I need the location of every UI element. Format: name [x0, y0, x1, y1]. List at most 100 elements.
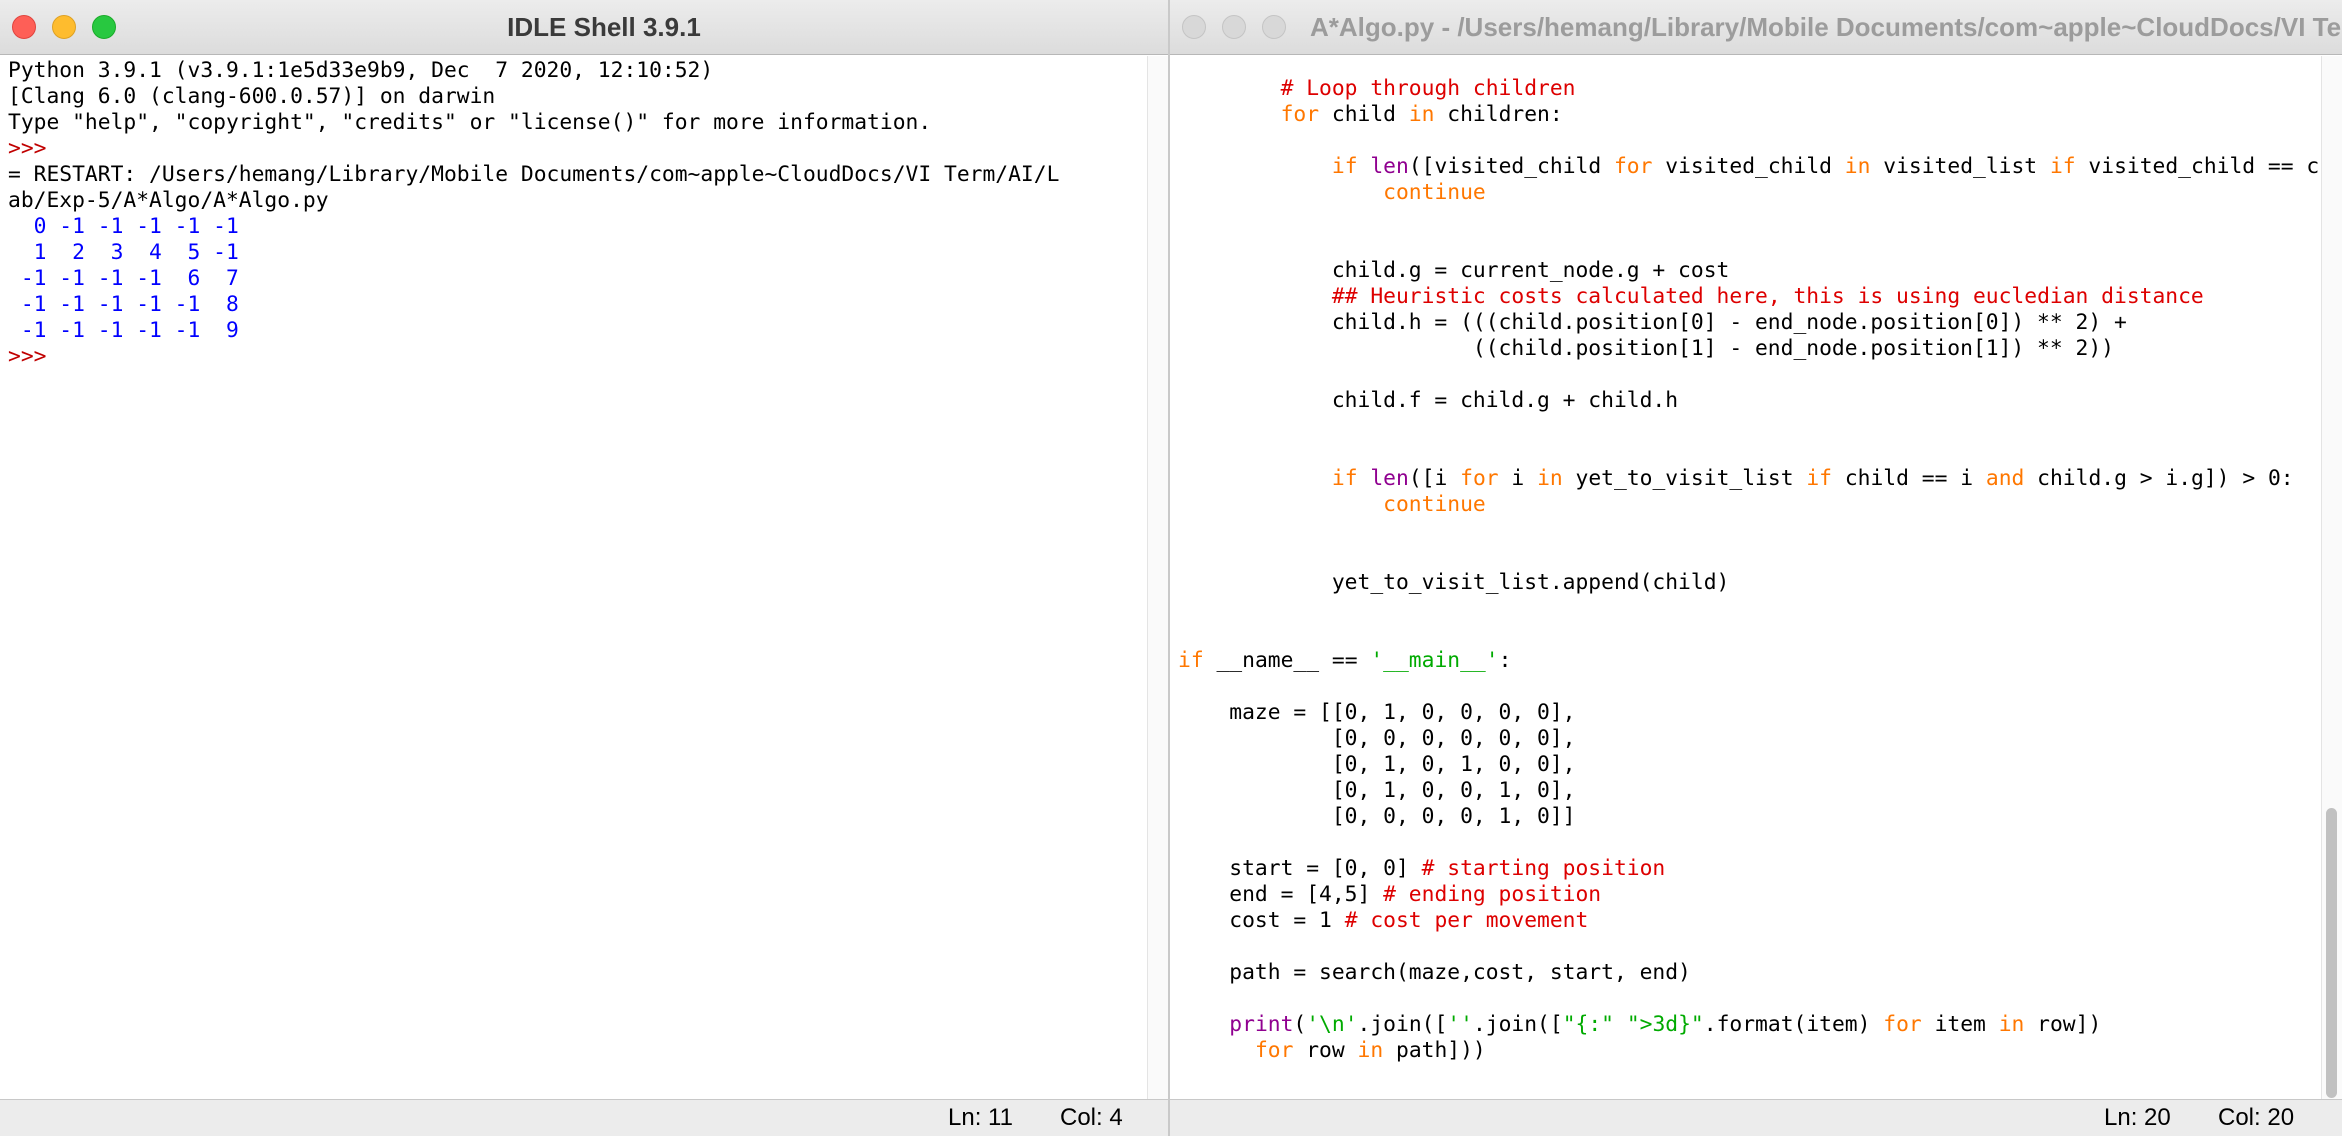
shell-line-indicator: Ln: 11 — [948, 1104, 1013, 1131]
shell-token: = RESTART: /Users/hemang/Library/Mobile … — [8, 162, 1060, 187]
shell-titlebar[interactable]: IDLE Shell 3.9.1 — [0, 0, 1168, 55]
editor-token: yet_to_visit_list.append(child) — [1178, 570, 1730, 595]
editor-token: path = search(maze,cost, start, end) — [1178, 960, 1691, 985]
editor-titlebar[interactable]: A*Algo.py - /Users/hemang/Library/Mobile… — [1170, 0, 2342, 55]
zoom-icon[interactable] — [1262, 15, 1286, 39]
editor-token: visited_child — [1652, 154, 1845, 179]
editor-token: continue — [1383, 492, 1486, 517]
editor-token: : — [1498, 648, 1512, 673]
zoom-icon[interactable] — [92, 15, 116, 39]
shell-token: -1 -1 -1 -1 -1 8 — [8, 292, 239, 317]
editor-line: end = [4,5] # ending position — [1178, 882, 1601, 908]
shell-token: Type "help", "copyright", "credits" or "… — [8, 110, 932, 135]
editor-token: .join([ — [1357, 1012, 1448, 1037]
editor-line: [0, 0, 0, 0, 0, 0], — [1178, 726, 1576, 752]
editor-token: in — [1537, 466, 1563, 491]
shell-line: Type "help", "copyright", "credits" or "… — [8, 110, 931, 136]
editor-token: [0, 1, 0, 1, 0, 0], — [1178, 752, 1576, 777]
editor-token: # cost per movement — [1344, 908, 1589, 933]
editor-token: if — [2049, 154, 2076, 179]
editor-token: continue — [1383, 180, 1486, 205]
editor-token: child.g > i.g]) > 0: — [2024, 466, 2294, 491]
editor-token: ((child.position[1] - end_node.position[… — [1178, 336, 2114, 361]
editor-line: child.f = child.g + child.h — [1178, 388, 1678, 414]
editor-token: in — [1408, 102, 1435, 127]
editor-token: len — [1370, 466, 1409, 491]
editor-token: yet_to_visit_list — [1562, 466, 1807, 491]
shell-line: -1 -1 -1 -1 -1 8 — [8, 292, 239, 318]
editor-line-indicator: Ln: 20 — [2104, 1104, 2171, 1131]
shell-line: >>> — [8, 136, 59, 162]
editor-token: # starting position — [1421, 856, 1666, 881]
shell-status-bar: Ln: 11 Col: 4 — [0, 1099, 1168, 1136]
shell-scrollbar[interactable] — [1147, 56, 1168, 1100]
editor-token: for — [1280, 102, 1320, 127]
shell-line: [Clang 6.0 (clang-600.0.57)] on darwin — [8, 84, 495, 110]
editor-token: child — [1319, 102, 1409, 127]
editor-token: for — [1254, 1038, 1294, 1063]
editor-token: row]) — [2024, 1012, 2102, 1037]
editor-token: [0, 1, 0, 0, 1, 0], — [1178, 778, 1576, 803]
editor-token — [1178, 1012, 1229, 1037]
editor-line: start = [0, 0] # starting position — [1178, 856, 1665, 882]
editor-line: [0, 1, 0, 1, 0, 0], — [1178, 752, 1576, 778]
minimize-icon[interactable] — [1222, 15, 1246, 39]
editor-token: '\n' — [1306, 1012, 1358, 1037]
editor-line: continue — [1178, 180, 1486, 206]
editor-scrollbar[interactable] — [2321, 56, 2342, 1100]
editor-token: ( — [1293, 1012, 1307, 1037]
shell-line: -1 -1 -1 -1 6 7 — [8, 266, 239, 292]
shell-token: Python 3.9.1 (v3.9.1:1e5d33e9b9, Dec 7 2… — [8, 58, 714, 83]
shell-text-area[interactable]: Python 3.9.1 (v3.9.1:1e5d33e9b9, Dec 7 2… — [0, 56, 1168, 1090]
shell-token: ab/Exp-5/A*Algo/A*Algo.py — [8, 188, 329, 213]
idle-shell-window: IDLE Shell 3.9.1 Python 3.9.1 (v3.9.1:1e… — [0, 0, 1170, 1136]
editor-token — [1178, 102, 1281, 127]
editor-line: cost = 1 # cost per movement — [1178, 908, 1588, 934]
shell-line: >>> — [8, 344, 59, 370]
editor-token — [1178, 284, 1332, 309]
editor-token: maze = [[0, 1, 0, 0, 0, 0], — [1178, 700, 1576, 725]
editor-token: visited_child == child]) > 0: — [2088, 154, 2322, 179]
editor-token — [1178, 1038, 1255, 1063]
editor-line: if __name__ == '__main__': — [1178, 648, 1511, 674]
editor-token: child.h = (((child.position[0] - end_nod… — [1178, 310, 2127, 335]
editor-token: and — [1985, 466, 2025, 491]
close-icon[interactable] — [12, 15, 36, 39]
editor-token — [1178, 466, 1332, 491]
editor-line: child.g = current_node.g + cost — [1178, 258, 1729, 284]
code-editor-area[interactable]: # Loop through children for child in chi… — [1170, 56, 2322, 1090]
editor-token: ## Heuristic costs calculated here, this… — [1331, 284, 2204, 309]
editor-token: row — [1293, 1038, 1358, 1063]
editor-token — [1178, 154, 1332, 179]
shell-line: -1 -1 -1 -1 -1 9 — [8, 318, 239, 344]
editor-token: path])) — [1383, 1038, 1486, 1063]
shell-token: 1 2 3 4 5 -1 — [8, 240, 239, 265]
editor-line: path = search(maze,cost, start, end) — [1178, 960, 1691, 986]
editor-line: child.h = (((child.position[0] - end_nod… — [1178, 310, 2127, 336]
editor-token — [1178, 180, 1383, 205]
shell-column-indicator: Col: 4 — [1060, 1104, 1123, 1131]
shell-line: Python 3.9.1 (v3.9.1:1e5d33e9b9, Dec 7 2… — [8, 58, 713, 84]
editor-line: # Loop through children — [1178, 76, 1576, 102]
editor-token: item — [1921, 1012, 1999, 1037]
editor-token: if — [1178, 648, 1204, 673]
close-icon[interactable] — [1182, 15, 1206, 39]
editor-token: if — [1806, 466, 1832, 491]
editor-token: if — [1331, 466, 1358, 491]
shell-line: ab/Exp-5/A*Algo/A*Algo.py — [8, 188, 329, 214]
editor-line: for child in children: — [1178, 102, 1563, 128]
editor-token: for — [1613, 154, 1653, 179]
editor-token — [1358, 466, 1371, 491]
editor-line: if len([visited_child for visited_child … — [1178, 154, 2322, 180]
editor-token: in — [1844, 154, 1871, 179]
editor-line: print('\n'.join([''.join(["{:" ">3d}".fo… — [1178, 1012, 2101, 1038]
shell-token: [Clang 6.0 (clang-600.0.57)] on darwin — [8, 84, 496, 109]
minimize-icon[interactable] — [52, 15, 76, 39]
editor-line: yet_to_visit_list.append(child) — [1178, 570, 1729, 596]
editor-scroll-thumb[interactable] — [2326, 808, 2337, 1098]
editor-token: child.f = child.g + child.h — [1178, 388, 1679, 413]
editor-token — [1178, 492, 1383, 517]
editor-token: # Loop through children — [1280, 76, 1576, 101]
editor-token: '' — [1447, 1012, 1473, 1037]
editor-token: print — [1229, 1012, 1294, 1037]
